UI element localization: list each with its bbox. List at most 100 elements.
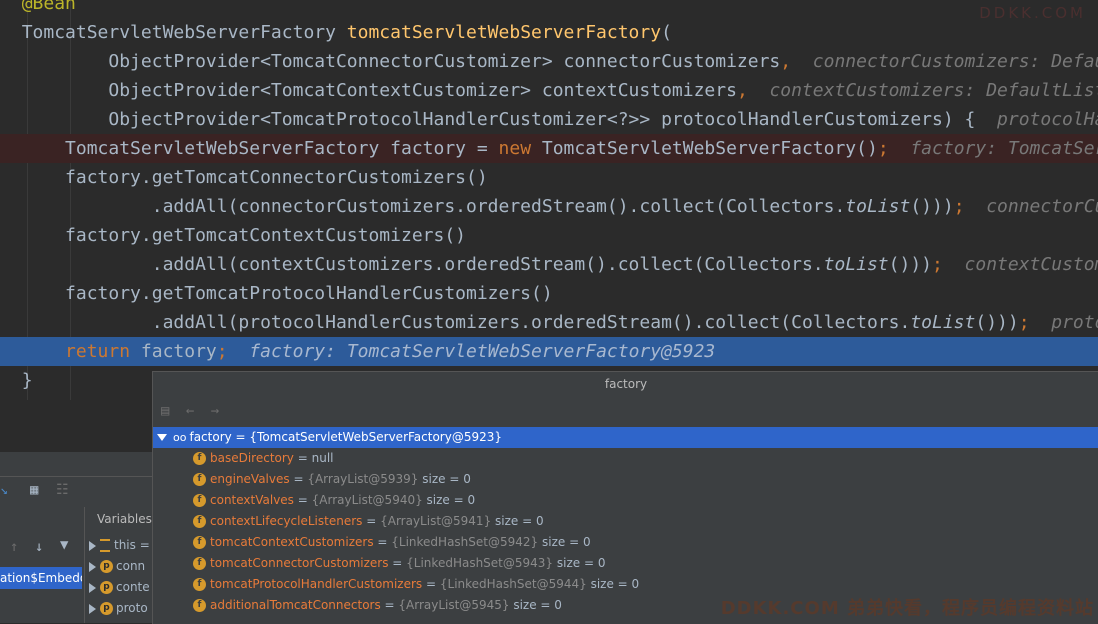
filter-icon[interactable]: ▼ <box>60 537 68 553</box>
table-icon[interactable]: ▦ <box>30 482 38 498</box>
field-icon: f <box>193 473 206 486</box>
code-token: contextCustomizers: DefaultListableBeanF… <box>769 80 1098 101</box>
code-token: ())) <box>975 312 1019 333</box>
field-ref: {ArrayList@5939} <box>307 472 419 486</box>
var-name: conn <box>116 559 146 573</box>
code-token: new <box>498 138 542 159</box>
field-name: baseDirectory <box>210 451 294 465</box>
expand-icon[interactable] <box>89 561 96 572</box>
code-line[interactable]: ObjectProvider<TomcatContextCustomizer> … <box>0 76 1098 105</box>
field-ref: {LinkedHashSet@5943} <box>406 556 554 570</box>
field-icon: f <box>193 536 206 549</box>
field-row[interactable]: f tomcatConnectorCustomizers = {LinkedHas… <box>153 553 1098 574</box>
code-token: connectorCustomizers: DefaultListableBea… <box>812 51 1098 72</box>
field-row[interactable]: f contextLifecycleListeners = {ArrayList@… <box>153 511 1098 532</box>
code-token: protocolHandlerCustomizers <box>997 109 1098 130</box>
field-ref: {ArrayList@5940} <box>311 493 423 507</box>
code-line[interactable]: .addAll(protocolHandlerCustomizers.order… <box>0 308 1098 337</box>
step-icon[interactable]: ↘ <box>0 483 8 498</box>
field-icon: f <box>193 515 206 528</box>
code-line[interactable]: factory.getTomcatContextCustomizers() <box>0 221 1098 250</box>
code-line[interactable]: factory.getTomcatProtocolHandlerCustomiz… <box>0 279 1098 308</box>
field-eq: = <box>293 493 312 507</box>
var-row[interactable]: p conte <box>85 577 153 598</box>
code-line[interactable]: TomcatServletWebServerFactory tomcatServ… <box>0 18 1098 47</box>
code-line[interactable]: .addAll(contextCustomizers.orderedStream… <box>0 250 1098 279</box>
field-ref: {LinkedHashSet@5944} <box>439 577 587 591</box>
expand-icon[interactable] <box>89 582 96 593</box>
code-token: ())) <box>910 196 954 217</box>
code-token: @Bean <box>21 0 76 14</box>
field-value: size = 0 <box>553 556 606 570</box>
code-line[interactable]: ObjectProvider<TomcatProtocolHandlerCust… <box>0 105 1098 134</box>
debug-toolbar: ↘ ▦ ☷ <box>0 477 152 505</box>
static-icon <box>100 539 110 552</box>
field-eq: = <box>422 577 440 591</box>
frame-selected[interactable]: ation$Embedde <box>0 567 82 589</box>
field-row[interactable]: f tomcatContextCustomizers = {LinkedHashS… <box>153 532 1098 553</box>
param-icon: p <box>100 560 113 573</box>
var-row[interactable]: p conn <box>85 556 153 577</box>
code-token: ObjectProvider<TomcatConnectorCustomizer… <box>21 51 781 72</box>
field-row[interactable]: f engineValves = {ArrayList@5939} size = … <box>153 469 1098 490</box>
code-token: toList <box>845 196 911 217</box>
var-row[interactable]: this = <box>85 535 153 556</box>
tree-icon[interactable]: ▤ <box>161 403 169 419</box>
tree-root-row[interactable]: oo factory = {TomcatServletWebServerFacto… <box>153 427 1098 448</box>
var-row[interactable]: p proto <box>85 598 153 619</box>
debug-tab-bar <box>0 452 152 477</box>
code-line[interactable]: factory.getTomcatConnectorCustomizers() <box>0 163 1098 192</box>
field-value: size = 0 <box>422 493 476 507</box>
field-eq: = <box>373 535 392 549</box>
watermark: DDKK.COM 弟弟快看，程序员编程资料站 <box>720 598 1094 619</box>
collapse-icon[interactable] <box>157 434 167 441</box>
field-value: size = 0 <box>491 514 544 528</box>
code-token: ObjectProvider<TomcatContextCustomizer> … <box>21 80 737 101</box>
code-line[interactable]: TomcatServletWebServerFactory factory = … <box>0 134 1098 163</box>
evaluate-popup[interactable]: factory ▤ ← → oo factory = {TomcatServlet… <box>152 371 1098 624</box>
down-arrow-icon[interactable]: ↓ <box>35 539 43 555</box>
watch-icon: oo <box>173 431 187 444</box>
code-token: ( <box>661 22 672 43</box>
field-value: size = 0 <box>509 598 562 612</box>
field-eq: = <box>388 556 407 570</box>
expand-icon[interactable] <box>89 603 96 614</box>
field-value: size = 0 <box>418 472 471 486</box>
frames-list: ↑ ↓ ▼ ation$Embedde <box>0 531 84 623</box>
code-token: TomcatServletWebServerFactory() <box>541 138 878 159</box>
code-token: contextCustomizers <box>964 254 1098 275</box>
layout-icon[interactable]: ☷ <box>56 482 69 498</box>
variables-header: Variables <box>84 507 152 531</box>
field-row[interactable]: f contextValves = {ArrayList@5940} size =… <box>153 490 1098 511</box>
code-token: connectorCustomizers <box>986 196 1098 217</box>
back-arrow-icon[interactable]: ← <box>186 403 194 419</box>
code-token: TomcatServletWebServerFactory <box>21 22 347 43</box>
code-line[interactable]: .addAll(connectorCustomizers.orderedStre… <box>0 192 1098 221</box>
expand-icon[interactable] <box>89 540 96 551</box>
popup-title: factory <box>153 372 1098 396</box>
param-icon: p <box>100 581 113 594</box>
code-token: .addAll(contextCustomizers.orderedStream… <box>21 254 824 275</box>
code-token: ; <box>932 254 943 275</box>
field-row[interactable]: f baseDirectory = null <box>153 448 1098 469</box>
field-name: additionalTomcatConnectors <box>210 598 381 612</box>
code-token: ; <box>1018 312 1030 333</box>
watermark-top: DDKK.COM <box>979 4 1086 22</box>
code-token: return <box>65 341 141 362</box>
code-token: TomcatServletWebServerFactory factory = <box>21 138 499 159</box>
forward-arrow-icon[interactable]: → <box>211 403 219 419</box>
field-icon: f <box>193 599 206 612</box>
field-row[interactable]: f tomcatProtocolHandlerCustomizers = {Lin… <box>153 574 1098 595</box>
up-arrow-icon[interactable]: ↑ <box>10 539 18 555</box>
field-icon: f <box>193 557 206 570</box>
code-token: factory.getTomcatConnectorCustomizers() <box>21 167 488 188</box>
code-token: factory.getTomcatContextCustomizers() <box>21 225 467 246</box>
code-line[interactable]: @Bean <box>0 0 1098 18</box>
field-value: size = 0 <box>586 577 640 591</box>
variables-list: this = p conn p conte p proto <box>84 531 153 623</box>
code-line[interactable]: return factory; factory: TomcatServletWe… <box>0 337 1098 366</box>
field-value: = null <box>293 451 334 465</box>
code-token: ; <box>216 341 228 362</box>
code-line[interactable]: ObjectProvider<TomcatConnectorCustomizer… <box>0 47 1098 76</box>
field-eq: = <box>289 472 308 486</box>
